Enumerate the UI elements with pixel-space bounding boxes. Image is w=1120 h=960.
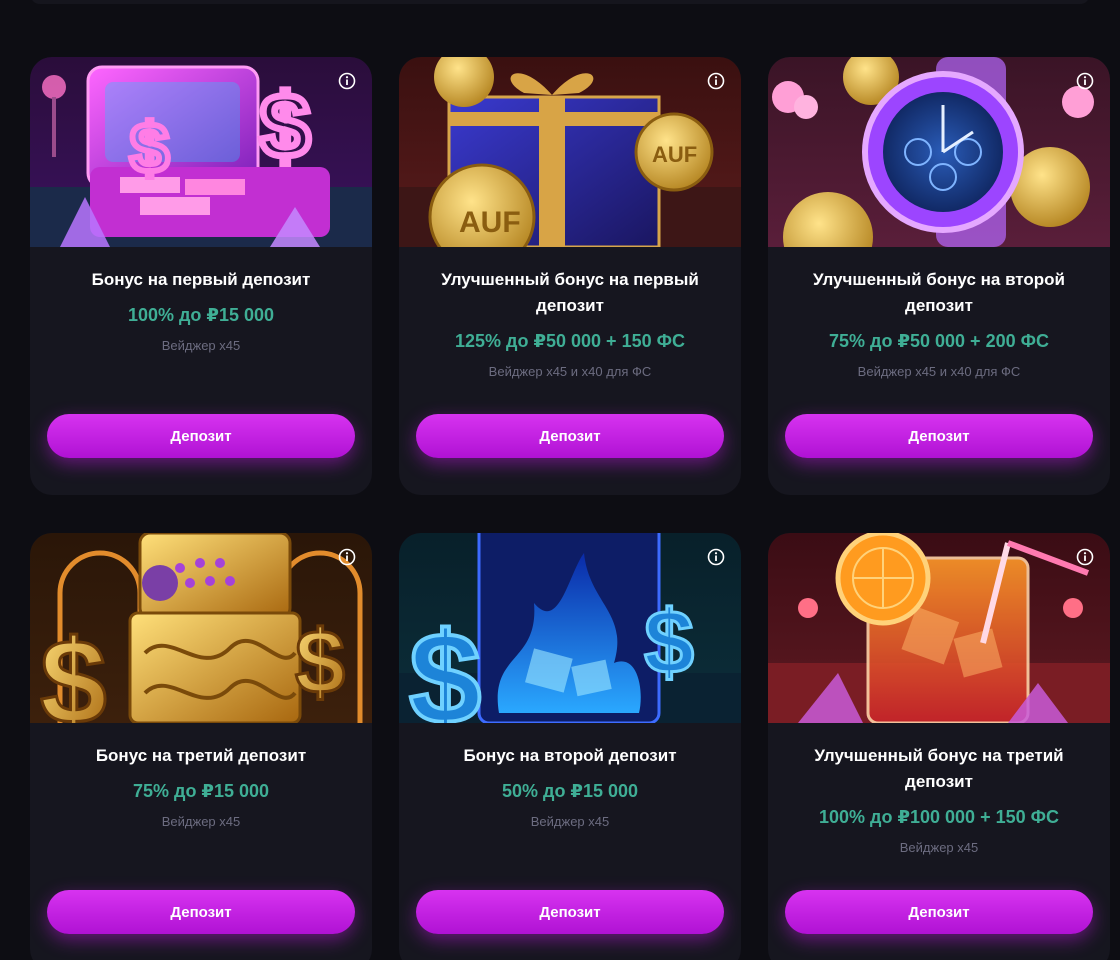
svg-text:AUF: AUF <box>459 206 521 239</box>
bonus-wager: Вейджер x45 <box>161 814 241 829</box>
info-icon[interactable] <box>707 548 725 566</box>
deposit-button[interactable]: Депозит <box>785 890 1093 934</box>
bonus-wager: Вейджер x45 <box>899 840 979 855</box>
golden-lighter-with-dollars-icon: $ $ <box>30 533 372 723</box>
svg-text:$: $ <box>409 605 481 723</box>
info-icon[interactable] <box>338 72 356 90</box>
deposit-button[interactable]: Депозит <box>416 414 724 458</box>
bonus-card: $ $ Бонус на первый депозит 100% до ₽15 … <box>30 57 372 495</box>
bonus-title: Улучшенный бонус на первый депозит <box>441 270 699 315</box>
bonus-card: $ $ Бонус на третий депозит 75% до ₽15 0… <box>30 533 372 960</box>
bonus-title: Бонус на второй депозит <box>463 746 677 765</box>
svg-text:$: $ <box>40 615 107 723</box>
info-icon[interactable] <box>1076 72 1094 90</box>
bonus-card: AUF AUF Улучшенный бонус на первый депоз… <box>399 57 741 495</box>
bonus-card: $ $ Бонус на второй депозит 50% до ₽15 0… <box>399 533 741 960</box>
bonus-amount: 100% до ₽100 000 + 150 ФС <box>819 807 1059 827</box>
gift-box-with-coins-icon: AUF AUF <box>399 57 741 247</box>
deposit-button[interactable]: Депозит <box>416 890 724 934</box>
svg-text:$: $ <box>644 593 694 693</box>
bonus-grid: $ $ Бонус на первый депозит 100% до ₽15 … <box>30 57 1110 960</box>
bonus-title: Улучшенный бонус на третий депозит <box>814 746 1064 791</box>
treasure-case-with-dollars-icon: $ $ <box>30 57 372 247</box>
bonus-amount: 125% до ₽50 000 + 150 ФС <box>455 331 685 351</box>
top-panel-edge <box>30 0 1090 4</box>
info-icon[interactable] <box>1076 548 1094 566</box>
bonus-amount: 75% до ₽15 000 <box>132 781 270 801</box>
info-icon[interactable] <box>338 548 356 566</box>
luxury-watch-with-coins-icon <box>768 57 1110 247</box>
bonus-amount: 100% до ₽15 000 <box>127 305 275 325</box>
bonus-title: Бонус на первый депозит <box>91 270 311 289</box>
svg-text:$: $ <box>130 109 169 187</box>
bonuses-page: $ $ Бонус на первый депозит 100% до ₽15 … <box>0 0 1120 960</box>
svg-text:$: $ <box>295 613 345 713</box>
cocktail-glass-icon <box>768 533 1110 723</box>
info-icon[interactable] <box>707 72 725 90</box>
bonus-amount: 50% до ₽15 000 <box>501 781 639 801</box>
svg-text:AUF: AUF <box>652 142 697 167</box>
bonus-wager: Вейджер x45 и x40 для ФС <box>488 364 652 379</box>
deposit-button[interactable]: Депозит <box>47 414 355 458</box>
bonus-title: Улучшенный бонус на второй депозит <box>813 270 1065 315</box>
deposit-button[interactable]: Депозит <box>47 890 355 934</box>
bonus-card: Улучшенный бонус на второй депозит 75% д… <box>768 57 1110 495</box>
bonus-wager: Вейджер x45 и x40 для ФС <box>857 364 1021 379</box>
bonus-wager: Вейджер x45 <box>161 338 241 353</box>
deposit-button[interactable]: Депозит <box>785 414 1093 458</box>
bonus-amount: 75% до ₽50 000 + 200 ФС <box>829 331 1049 351</box>
ice-glass-with-dollars-icon: $ $ <box>399 533 741 723</box>
bonus-card: Улучшенный бонус на третий депозит 100% … <box>768 533 1110 960</box>
svg-text:$: $ <box>260 77 310 177</box>
bonus-wager: Вейджер x45 <box>530 814 610 829</box>
bonus-title: Бонус на третий депозит <box>95 746 307 765</box>
